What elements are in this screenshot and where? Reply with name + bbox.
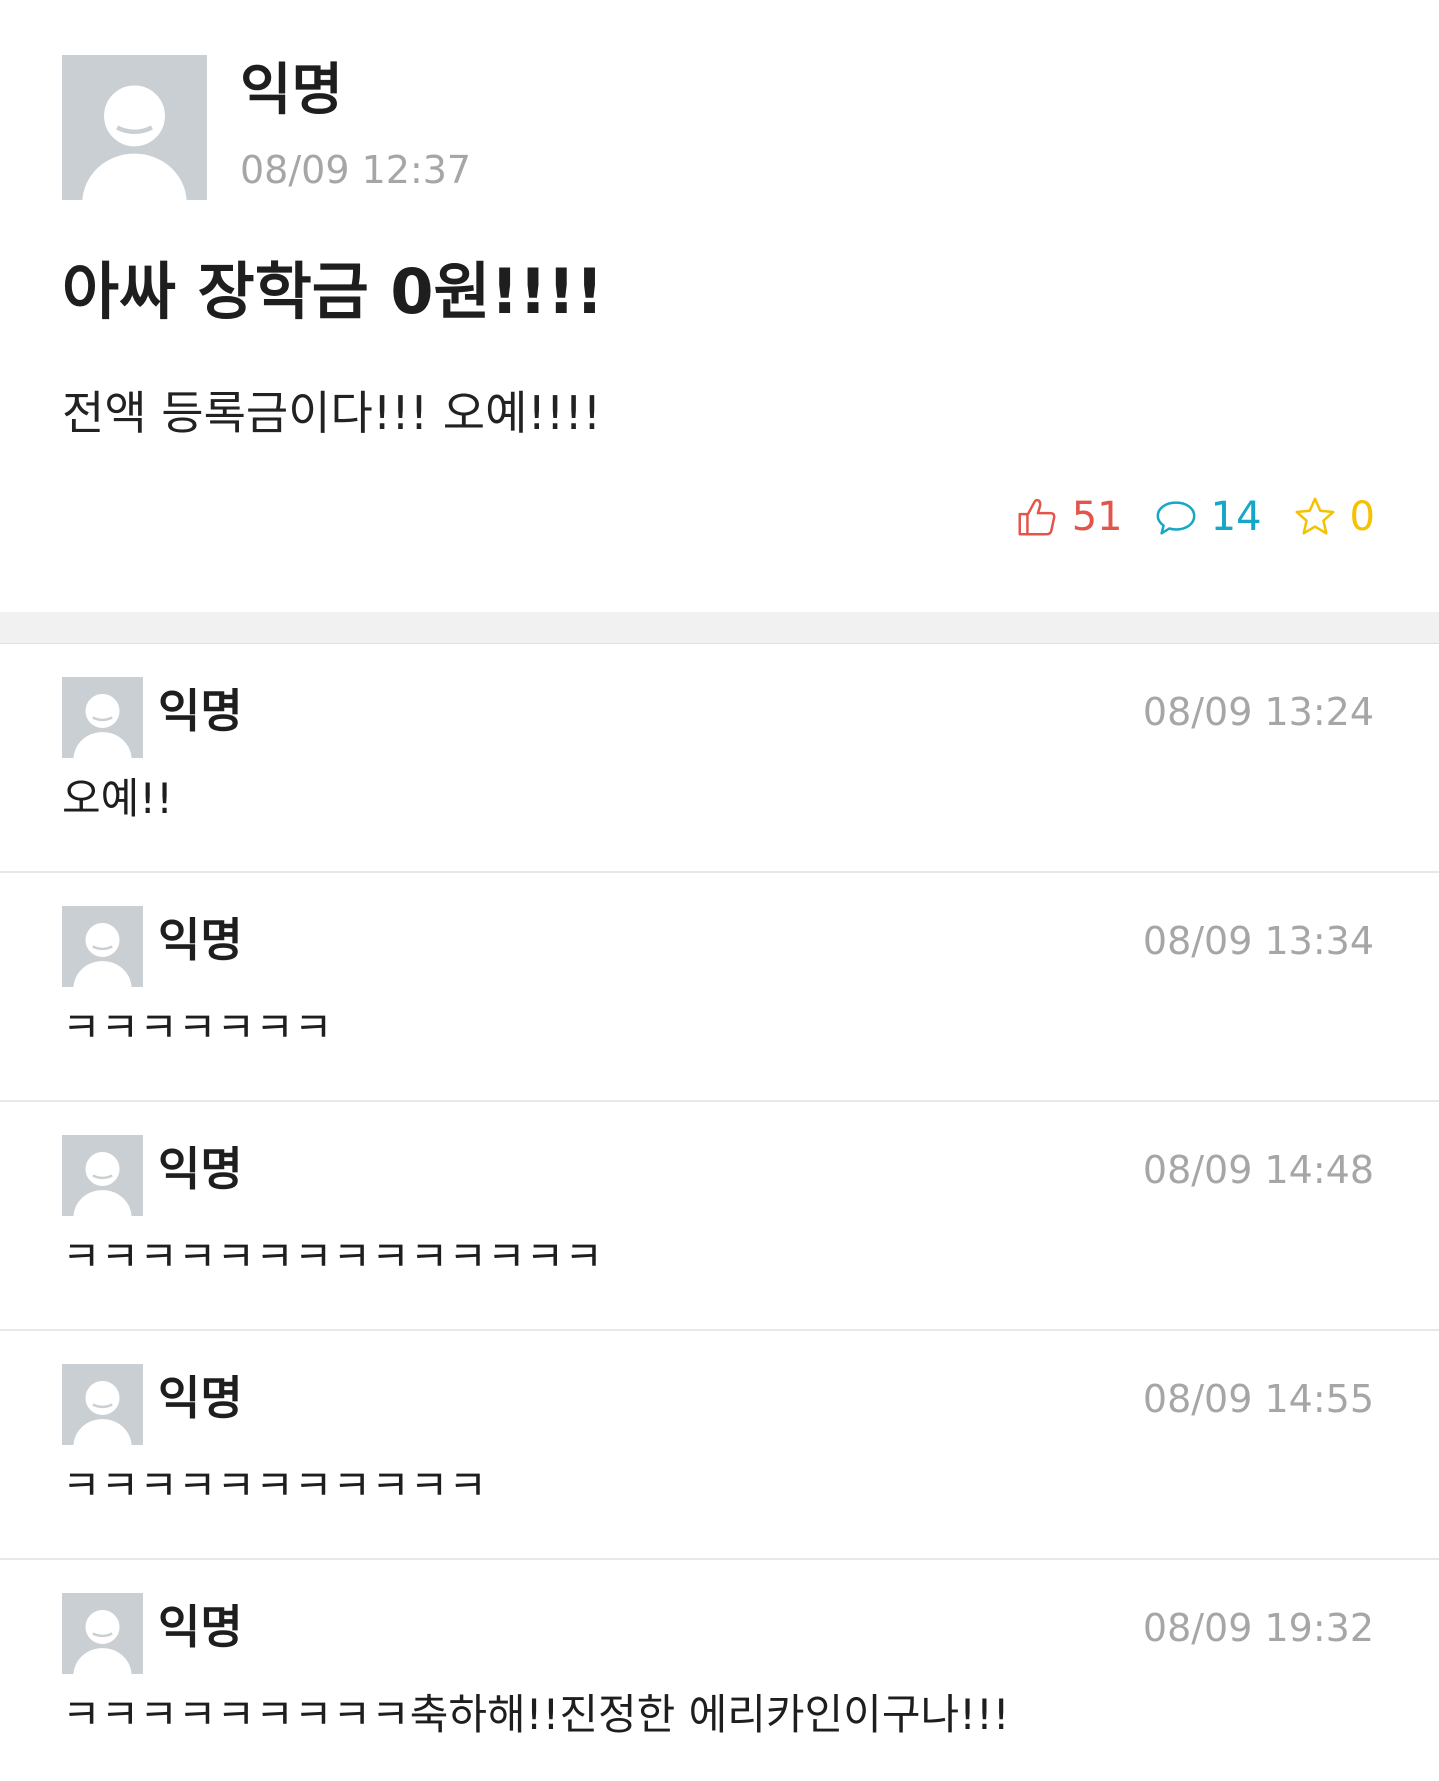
comment-timestamp: 08/09 14:48 — [1142, 1148, 1374, 1192]
comment-timestamp: 08/09 13:24 — [1142, 690, 1374, 734]
comment-count: 14 — [1210, 494, 1262, 540]
comment-avatar — [62, 1135, 143, 1216]
comment-text: ㅋㅋㅋㅋㅋㅋㅋㅋㅋㅋㅋㅋㅋㅋ — [62, 1232, 603, 1281]
default-profile-icon — [62, 55, 207, 200]
vote-count: 51 — [1071, 494, 1123, 540]
post: 익명 08/09 12:37 아싸 장학금 0원!!!! 전액 등록금이다!!!… — [0, 0, 1439, 612]
comment-item: 익명 08/09 14:48 ㅋㅋㅋㅋㅋㅋㅋㅋㅋㅋㅋㅋㅋㅋ — [0, 1102, 1439, 1331]
comment-author: 익명 — [158, 1600, 243, 1654]
comment-item: 익명 08/09 19:32 ㅋㅋㅋㅋㅋㅋㅋㅋㅋ축하해!!진정한 에리카인이구나… — [0, 1560, 1439, 1781]
default-profile-icon — [62, 906, 143, 987]
comment-author: 익명 — [158, 684, 243, 738]
comment-text: ㅋㅋㅋㅋㅋㅋㅋ — [62, 1003, 333, 1052]
comment-timestamp: 08/09 13:34 — [1142, 919, 1374, 963]
scrap-count: 0 — [1349, 494, 1375, 540]
comment-avatar — [62, 1364, 143, 1445]
vote-button[interactable]: 51 — [1014, 494, 1123, 540]
comment-list: 익명 08/09 13:24 오예!! 익명 08/09 13:34 ㅋㅋㅋㅋㅋ… — [0, 644, 1439, 1781]
post-timestamp: 08/09 12:37 — [240, 148, 472, 192]
comment-author: 익명 — [158, 1371, 243, 1425]
comment-author: 익명 — [158, 913, 243, 967]
speech-bubble-icon — [1156, 501, 1196, 535]
star-icon — [1295, 497, 1335, 535]
comment-avatar — [62, 677, 143, 758]
scrap-button[interactable]: 0 — [1292, 494, 1375, 540]
thumbs-up-icon — [1018, 498, 1056, 536]
default-profile-icon — [62, 677, 143, 758]
post-body: 전액 등록금이다!!! 오예!!!! — [62, 386, 602, 440]
comment-count-button[interactable]: 14 — [1153, 494, 1262, 540]
comment-author: 익명 — [158, 1142, 243, 1196]
comment-timestamp: 08/09 19:32 — [1142, 1606, 1374, 1650]
article-page: 익명 08/09 12:37 아싸 장학금 0원!!!! 전액 등록금이다!!!… — [0, 0, 1439, 1781]
comment-item: 익명 08/09 13:24 오예!! — [0, 644, 1439, 873]
author-avatar — [62, 55, 207, 200]
default-profile-icon — [62, 1364, 143, 1445]
section-divider — [0, 612, 1439, 644]
comment-avatar — [62, 906, 143, 987]
default-profile-icon — [62, 1593, 143, 1674]
comment-item: 익명 08/09 14:55 ㅋㅋㅋㅋㅋㅋㅋㅋㅋㅋㅋ — [0, 1331, 1439, 1560]
comment-avatar — [62, 1593, 143, 1674]
comment-timestamp: 08/09 14:55 — [1142, 1377, 1374, 1421]
post-stats: 51 14 0 — [984, 490, 1375, 544]
comment-text: 오예!! — [62, 774, 173, 823]
post-author: 익명 — [240, 58, 344, 123]
comment-item: 익명 08/09 13:34 ㅋㅋㅋㅋㅋㅋㅋ — [0, 873, 1439, 1102]
comment-text: ㅋㅋㅋㅋㅋㅋㅋㅋㅋㅋㅋ — [62, 1461, 488, 1510]
comment-text: ㅋㅋㅋㅋㅋㅋㅋㅋㅋ축하해!!진정한 에리카인이구나!!! — [62, 1690, 1010, 1739]
post-title: 아싸 장학금 0원!!!! — [62, 255, 604, 328]
default-profile-icon — [62, 1135, 143, 1216]
